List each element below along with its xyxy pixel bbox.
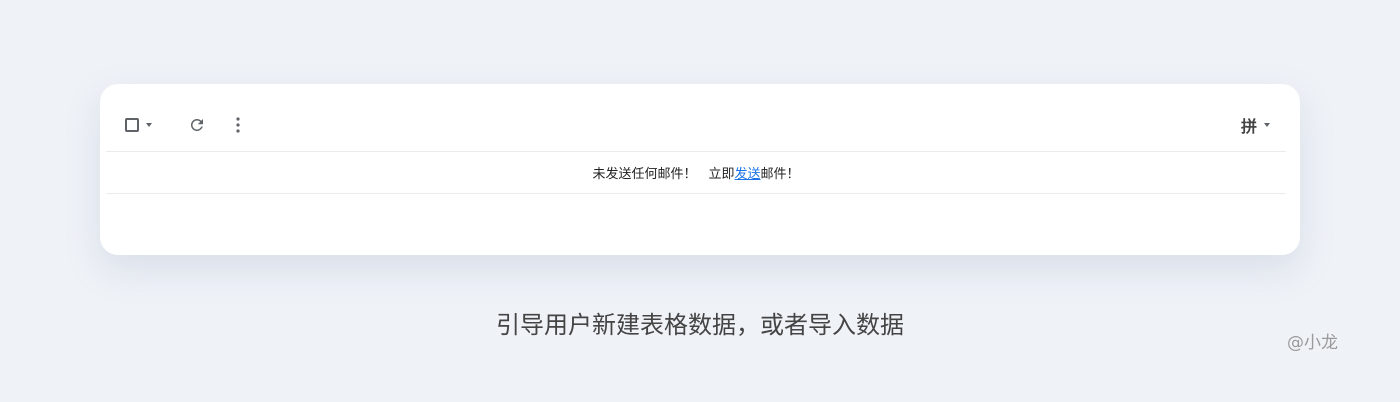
ime-label[interactable]: 拼 — [1241, 113, 1257, 137]
refresh-icon[interactable] — [188, 116, 206, 134]
caret-down-icon[interactable] — [146, 123, 152, 127]
toolbar: 拼 — [106, 104, 1286, 152]
send-link[interactable]: 发送 — [735, 163, 761, 182]
author-watermark: @小龙 — [1287, 333, 1338, 353]
mail-list-card: 拼 未发送任何邮件！ 立即 发送 邮件！ — [100, 84, 1300, 255]
caption-text: 引导用户新建表格数据，或者导入数据 — [496, 311, 904, 339]
action-prefix: 立即 — [708, 167, 735, 182]
empty-message: 未发送任何邮件！ — [592, 167, 697, 182]
caret-down-icon[interactable] — [1264, 123, 1270, 127]
more-vert-icon[interactable] — [233, 115, 243, 135]
more-options-button[interactable] — [233, 114, 243, 136]
refresh-button[interactable] — [188, 114, 206, 136]
select-all-button[interactable] — [125, 114, 152, 136]
input-method-button[interactable]: 拼 — [1241, 114, 1270, 136]
action-suffix: 邮件！ — [760, 167, 800, 182]
checkbox-icon[interactable] — [125, 118, 139, 132]
empty-state-notice: 未发送任何邮件！ 立即 发送 邮件！ — [106, 152, 1286, 194]
